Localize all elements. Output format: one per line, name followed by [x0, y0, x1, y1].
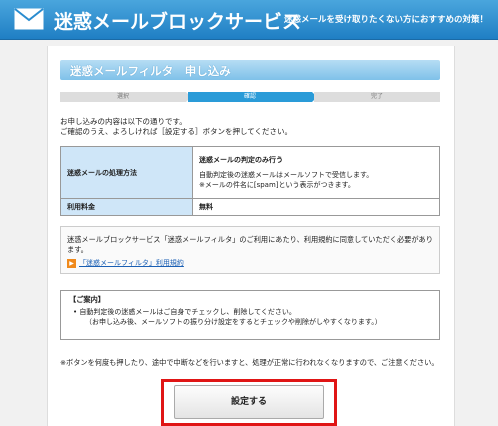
- step-select: 選択: [60, 92, 186, 102]
- mail-icon: [14, 8, 44, 30]
- terms-link[interactable]: ▶ 「迷惑メールフィルタ」利用規約: [67, 258, 184, 268]
- method-title: 迷惑メールの判定のみ行う: [199, 156, 283, 164]
- progress-steps: 選択 確認 完了: [60, 92, 440, 102]
- fee-label: 利用料金: [60, 198, 193, 216]
- site-header: 迷惑メールブロックサービス 迷惑メールを受け取りたくない方におすすめの対策！: [0, 0, 498, 40]
- intro-line-1: お申し込みの内容は以下の通りです。: [60, 117, 187, 126]
- arrow-right-icon: ▶: [67, 258, 76, 268]
- table-row: 迷惑メールの処理方法 迷惑メールの判定のみ行う 自動判定後の迷惑メールはメールソ…: [60, 146, 440, 199]
- terms-text: 迷惑メールブロックサービス「迷惑メールフィルタ」のご利用にあたり、利用規約に同意…: [67, 235, 433, 254]
- fee-value: 無料: [192, 198, 440, 216]
- notice-line-1: • 自動判定後の迷惑メールはご自身でチェックし、削除してください。: [73, 308, 296, 316]
- notice-line-2: （お申し込み後、メールソフトの振り分け設定をするとチェックや削除がしやすくなりま…: [85, 318, 382, 326]
- section-title: 迷惑メールフィルタ 申し込み: [70, 64, 231, 78]
- terms-box: 迷惑メールブロックサービス「迷惑メールフィルタ」のご利用にあたり、利用規約に同意…: [60, 226, 440, 274]
- intro-text: お申し込みの内容は以下の通りです。 ご確認のうえ、よろしければ［設定する］ボタン…: [60, 117, 292, 137]
- section-title-bar: 迷惑メールフィルタ 申し込み: [60, 60, 440, 80]
- method-value: 迷惑メールの判定のみ行う 自動判定後の迷惑メールはメールソフトで受信します。 ※…: [192, 146, 440, 199]
- step-confirm-active: 確認: [188, 92, 312, 102]
- step-complete: 完了: [314, 92, 440, 102]
- application-summary-table: 迷惑メールの処理方法 迷惑メールの判定のみ行う 自動判定後の迷惑メールはメールソ…: [60, 146, 440, 216]
- method-desc-1: 自動判定後の迷惑メールはメールソフトで受信します。: [199, 171, 374, 179]
- notice-box: 【ご案内】 • 自動判定後の迷惑メールはご自身でチェックし、削除してください。 …: [60, 290, 440, 340]
- warning-text: ※ボタンを何度も押したり、途中で中断などを行いますと、処理が正常に行われなくなり…: [60, 358, 439, 367]
- submit-button[interactable]: 設定する: [174, 385, 324, 419]
- header-tagline: 迷惑メールを受け取りたくない方におすすめの対策！: [283, 15, 488, 25]
- table-row: 利用料金 無料: [60, 198, 440, 216]
- intro-line-2: ご確認のうえ、よろしければ［設定する］ボタンを押してください。: [60, 127, 293, 136]
- method-desc-2: ※メールの件名に[spam]という表示がつきます。: [199, 181, 355, 189]
- method-label: 迷惑メールの処理方法: [60, 146, 193, 199]
- notice-title: 【ご案内】: [69, 295, 105, 304]
- terms-link-label[interactable]: 「迷惑メールフィルタ」利用規約: [79, 259, 184, 267]
- brand-title: 迷惑メールブロックサービス: [54, 11, 302, 33]
